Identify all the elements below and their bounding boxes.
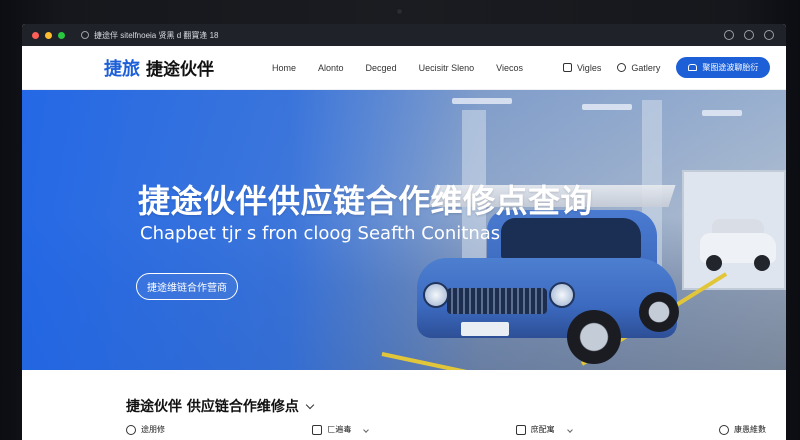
feature-bar: 途朋修 匚遍毒 庶配寓 康愚維數 bbox=[126, 424, 766, 435]
ceiling-light bbox=[582, 104, 632, 110]
address-text: 捷途伴 sitelfnoeia 贤黑 d 翻寶逢 18 bbox=[94, 30, 219, 40]
site-header: 捷旅 捷途伙伴 Home Alonto Decged Uecisitr Slen… bbox=[22, 46, 786, 90]
license-plate bbox=[461, 322, 509, 336]
close-window-button[interactable] bbox=[32, 31, 39, 39]
shield-icon bbox=[718, 424, 729, 435]
feature-item[interactable]: 匚遍毒 bbox=[312, 424, 370, 435]
menu-item-alonto[interactable]: Alonto bbox=[318, 63, 344, 73]
car-wheel bbox=[706, 255, 722, 271]
car-grille bbox=[447, 288, 547, 314]
hero-banner: 捷途伙伴供应链合作维修点查询 Chapbet tjr s fron cloog … bbox=[22, 90, 786, 370]
address-bar[interactable]: 捷途伴 sitelfnoeia 贤黑 d 翻寶逢 18 bbox=[81, 30, 218, 41]
car-wheel bbox=[639, 292, 679, 332]
feature-label: 康愚維數 bbox=[733, 425, 766, 434]
hero-subtitle: Chapbet tjr s fron cloog Seafth Conitnas bbox=[140, 223, 501, 244]
feature-label: 途朋修 bbox=[141, 425, 165, 434]
chart-icon bbox=[312, 424, 323, 435]
menu-item-uecisitr-sleno[interactable]: Uecisitr Sleno bbox=[419, 63, 475, 73]
share-icon[interactable] bbox=[744, 30, 754, 40]
profile-icon[interactable] bbox=[764, 30, 774, 40]
camera-icon bbox=[396, 8, 403, 15]
browser-toolbar: 捷途伴 sitelfnoeia 贤黑 d 翻寶逢 18 bbox=[22, 24, 786, 46]
hero-title: 捷途伙伴供应链合作维修点查询 bbox=[138, 182, 594, 220]
gatlery-label: Gatlery bbox=[631, 62, 661, 73]
parked-white-car bbox=[700, 215, 776, 273]
brand-name: 捷途伙伴 bbox=[146, 59, 214, 79]
feature-label: 匚遍毒 bbox=[327, 425, 352, 434]
screen: 捷途伴 sitelfnoeia 贤黑 d 翻寶逢 18 捷旅 捷途伙伴 Home… bbox=[22, 24, 786, 440]
car-windshield bbox=[501, 218, 641, 258]
feature-label: 庶配寓 bbox=[530, 425, 555, 434]
headlight bbox=[423, 282, 449, 308]
feature-item[interactable]: 康愚維數 bbox=[718, 424, 766, 435]
vigles-label: Vigles bbox=[576, 62, 602, 73]
hero-cta-button[interactable]: 捷途维链合作营商 bbox=[136, 273, 238, 300]
feature-item[interactable]: 庶配寓 bbox=[515, 424, 573, 435]
maximize-window-button[interactable] bbox=[58, 31, 65, 39]
minimize-window-button[interactable] bbox=[45, 31, 52, 39]
extensions-icon[interactable] bbox=[724, 30, 734, 40]
user-group-icon bbox=[617, 63, 627, 72]
gear-icon bbox=[126, 424, 136, 435]
menu-item-decged[interactable]: Decged bbox=[366, 63, 397, 73]
main-menu: Home Alonto Decged Uecisitr Sleno Viecos bbox=[272, 63, 523, 73]
document-icon bbox=[515, 424, 526, 435]
chevron-down-icon bbox=[363, 426, 370, 433]
ceiling-light bbox=[702, 110, 742, 116]
section-title: 捷途伙伴 供应链合作维修点 bbox=[126, 399, 299, 415]
chevron-down-icon bbox=[566, 426, 573, 433]
headlight bbox=[549, 282, 575, 308]
car-wheel bbox=[567, 310, 621, 364]
menu-item-home[interactable]: Home bbox=[272, 63, 296, 73]
cta-label: 聚图途波聊胎衍 bbox=[702, 63, 759, 72]
feature-item[interactable]: 途朋修 bbox=[126, 424, 165, 435]
site-info-icon[interactable] bbox=[81, 31, 89, 39]
browser-actions bbox=[724, 30, 774, 40]
menu-item-viecos[interactable]: Viecos bbox=[496, 63, 523, 73]
car-wheel bbox=[754, 255, 770, 271]
car-icon bbox=[688, 64, 698, 71]
section-header[interactable]: 捷途伙伴 供应链合作维修点 bbox=[126, 396, 315, 416]
ceiling-light bbox=[452, 98, 512, 104]
header-cta-button[interactable]: 聚图途波聊胎衍 bbox=[676, 57, 771, 78]
vigles-link[interactable]: Vigles bbox=[562, 62, 602, 73]
brand-mark: 捷旅 bbox=[104, 58, 140, 79]
chevron-down-icon bbox=[305, 400, 315, 409]
document-icon bbox=[562, 63, 572, 72]
brand-logo[interactable]: 捷旅 捷途伙伴 bbox=[104, 55, 214, 81]
header-tools: Vigles Gatlery bbox=[562, 62, 660, 73]
gatlery-link[interactable]: Gatlery bbox=[617, 63, 660, 73]
